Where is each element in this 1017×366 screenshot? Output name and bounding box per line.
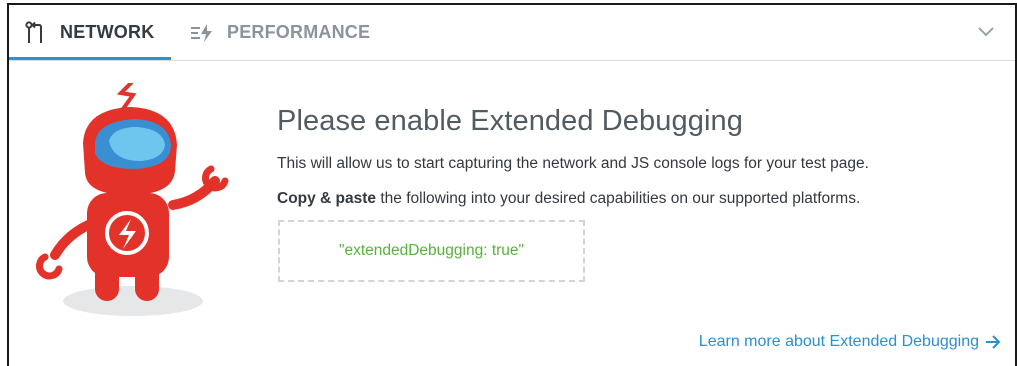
debugging-panel: NETWORK PERFORMANCE Please enable Extend… <box>7 3 1017 366</box>
capability-code[interactable]: "extendedDebugging: true" <box>339 242 524 260</box>
tab-performance-label: PERFORMANCE <box>227 22 371 42</box>
capability-code-box[interactable]: "extendedDebugging: true" <box>278 220 585 282</box>
instruction-rest: the following into your desired capabili… <box>376 190 861 207</box>
learn-more-label: Learn more about Extended Debugging <box>698 333 979 350</box>
robot-illustration <box>23 81 253 323</box>
tab-bar: NETWORK PERFORMANCE <box>9 5 1015 61</box>
active-tab-indicator <box>9 57 171 60</box>
instruction-bold: Copy & paste <box>277 190 377 207</box>
instruction-text: Copy & paste the following into your des… <box>277 190 860 208</box>
learn-more-link[interactable]: Learn more about Extended Debugging <box>699 333 1001 351</box>
chevron-down-icon <box>978 27 994 37</box>
network-icon <box>23 20 47 45</box>
page-title: Please enable Extended Debugging <box>277 105 743 137</box>
tab-network-label: NETWORK <box>60 22 155 42</box>
tab-performance[interactable]: PERFORMANCE <box>190 5 370 60</box>
arrow-right-icon <box>985 335 1001 349</box>
tab-network[interactable]: NETWORK <box>23 5 154 60</box>
collapse-button[interactable] <box>973 19 999 45</box>
description-text: This will allow us to start capturing th… <box>277 155 869 172</box>
performance-icon <box>190 21 214 45</box>
